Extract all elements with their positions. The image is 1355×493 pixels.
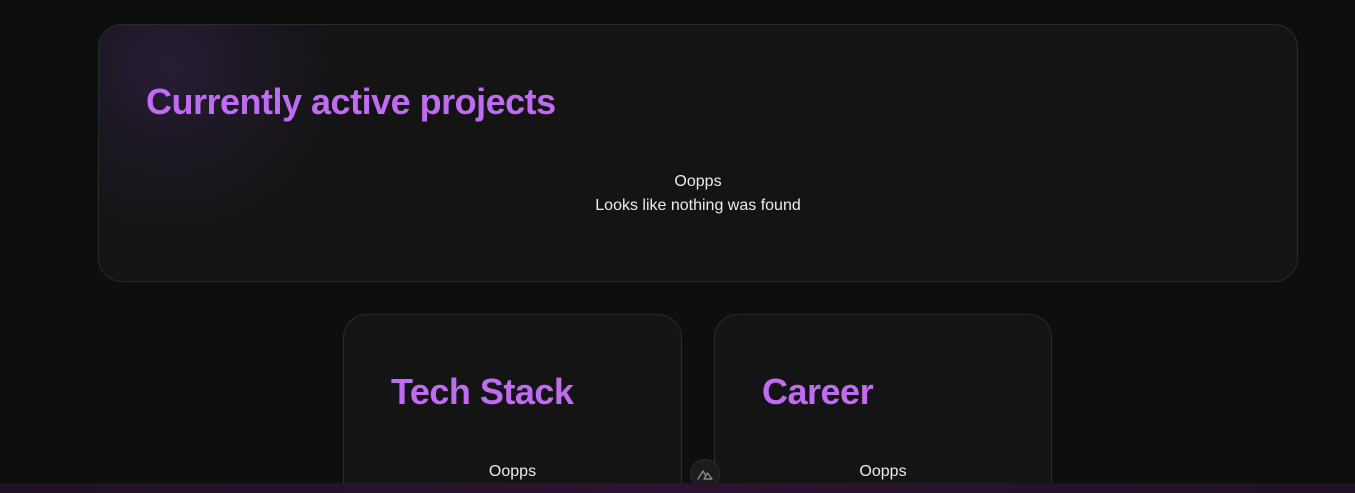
empty-state-message: Looks like nothing was found <box>595 197 801 214</box>
career-empty-state: Oopps <box>715 460 1051 484</box>
tech-stack-empty-state: Oopps <box>344 460 681 484</box>
page: Currently active projects Oopps Looks li… <box>0 0 1355 493</box>
active-projects-card: Currently active projects Oopps Looks li… <box>98 24 1298 282</box>
tech-stack-title: Tech Stack <box>391 371 574 412</box>
career-title: Career <box>762 371 874 412</box>
empty-state-title: Oopps <box>859 463 907 480</box>
active-projects-empty-state: Oopps Looks like nothing was found <box>99 170 1297 218</box>
nuxt-icon <box>697 470 713 480</box>
empty-state-title: Oopps <box>488 463 537 480</box>
empty-state-title: Oopps <box>674 173 722 190</box>
bottom-gradient-bar <box>0 483 1355 493</box>
active-projects-title: Currently active projects <box>146 81 556 122</box>
career-card: Career Oopps <box>714 314 1052 493</box>
tech-stack-card: Tech Stack Oopps <box>343 314 682 493</box>
